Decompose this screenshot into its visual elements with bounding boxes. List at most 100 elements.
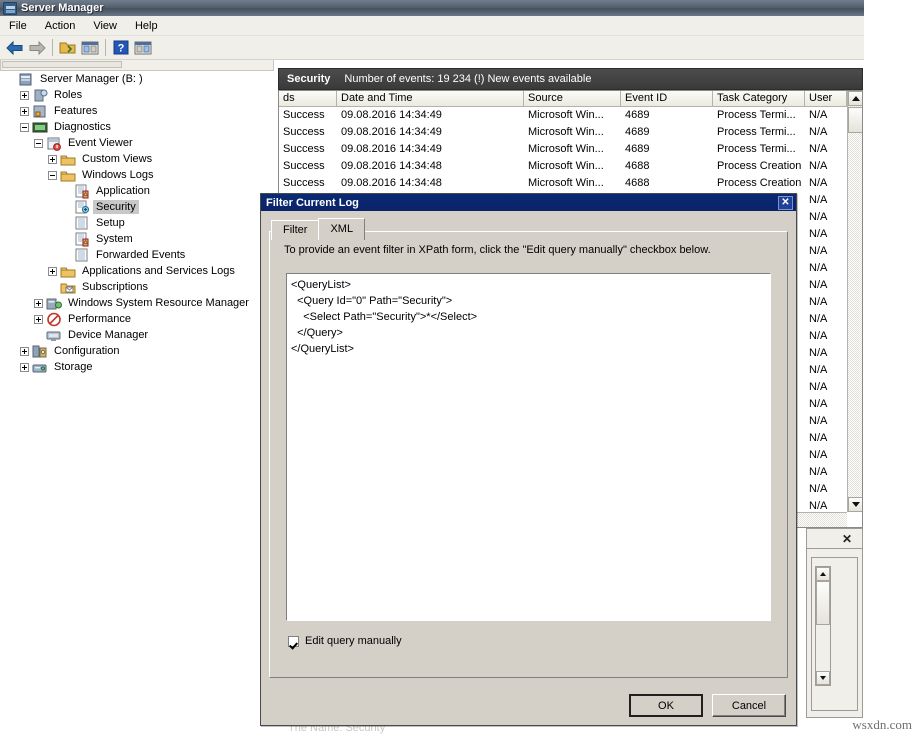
show-hide-action-pane-button[interactable] <box>132 37 154 58</box>
table-row[interactable]: Success09.08.2016 14:34:49Microsoft Win.… <box>279 124 862 141</box>
column-header-source[interactable]: Source <box>524 91 621 107</box>
table-row[interactable]: Success09.08.2016 14:34:48Microsoft Win.… <box>279 175 862 192</box>
tree-item-performance[interactable]: Performance <box>0 311 274 327</box>
filter-current-log-dialog[interactable]: Filter Current Log ✕ Filter XML To provi… <box>260 193 797 726</box>
column-header-ds[interactable]: ds <box>279 91 337 107</box>
tree-item-server-manager-b[interactable]: Server Manager (B: ) <box>0 71 274 87</box>
close-icon[interactable]: ✕ <box>778 196 793 210</box>
close-icon[interactable]: ✕ <box>842 532 852 546</box>
table-row[interactable]: Success09.08.2016 14:34:49Microsoft Win.… <box>279 107 862 124</box>
vscroll-track[interactable] <box>848 106 862 497</box>
actions-pane-scrollbar[interactable] <box>815 566 831 686</box>
tab-xml[interactable]: XML <box>318 218 365 240</box>
help-button[interactable]: ? <box>110 37 132 58</box>
tree-item-label: Application <box>93 184 153 198</box>
actions-scroll-thumb[interactable] <box>816 581 830 625</box>
tree-item-storage[interactable]: Storage <box>0 359 274 375</box>
tree-item-label: Diagnostics <box>51 120 114 134</box>
tree-item-configuration[interactable]: Configuration <box>0 343 274 359</box>
tree-item-label: Subscriptions <box>79 280 151 294</box>
tree-item-label: Setup <box>93 216 128 230</box>
dialog-tabs[interactable]: Filter XML <box>271 219 788 240</box>
event-list-vertical-scrollbar[interactable] <box>847 91 862 512</box>
column-header-event-id[interactable]: Event ID <box>621 91 713 107</box>
tree-item-setup[interactable]: Setup <box>0 215 274 231</box>
tree-item-system[interactable]: System <box>0 231 274 247</box>
actions-scroll-down-button[interactable] <box>816 671 830 685</box>
edit-query-manually-checkbox[interactable] <box>288 636 299 647</box>
tab-filter[interactable]: Filter <box>271 220 319 240</box>
xml-query-textarea[interactable]: <QueryList> <Query Id="0" Path="Security… <box>286 273 771 621</box>
tree-item-windows-system-resource-manager[interactable]: Windows System Resource Manager <box>0 295 274 311</box>
cell-datetime: 09.08.2016 14:34:49 <box>337 124 524 141</box>
table-row[interactable]: Success09.08.2016 14:34:49Microsoft Win.… <box>279 141 862 158</box>
event-log-name: Security <box>287 73 330 85</box>
forward-button[interactable] <box>26 37 48 58</box>
window-titlebar[interactable]: Server Manager <box>0 0 864 16</box>
collapse-icon[interactable] <box>34 139 43 148</box>
tree-item-custom-views[interactable]: Custom Views <box>0 151 274 167</box>
cell-user: N/A <box>805 481 847 498</box>
menu-action[interactable]: Action <box>36 18 85 34</box>
tree-horizontal-scrollbar[interactable] <box>0 60 274 71</box>
tree-item-label: Event Viewer <box>65 136 136 150</box>
menu-file[interactable]: File <box>0 18 36 34</box>
collapse-icon[interactable] <box>20 123 29 132</box>
cell-user: N/A <box>805 464 847 481</box>
cell-user: N/A <box>805 226 847 243</box>
cell-event-id: 4689 <box>621 107 713 124</box>
edit-query-manually-row[interactable]: Edit query manually <box>288 635 402 647</box>
column-header-task-category[interactable]: Task Category <box>713 91 805 107</box>
tree-item-diagnostics[interactable]: Diagnostics <box>0 119 274 135</box>
tree-item-device-manager[interactable]: Device Manager <box>0 327 274 343</box>
dialog-buttons[interactable]: OK Cancel <box>629 694 786 717</box>
expand-icon[interactable] <box>20 107 29 116</box>
menu-help[interactable]: Help <box>126 18 167 34</box>
ok-button[interactable]: OK <box>629 694 703 717</box>
console-tree[interactable]: Server Manager (B: )RolesFeaturesDiagnos… <box>0 71 274 737</box>
expand-icon[interactable] <box>20 91 29 100</box>
tree-item-event-viewer[interactable]: Event Viewer <box>0 135 274 151</box>
scroll-down-button[interactable] <box>848 497 863 512</box>
menu-view[interactable]: View <box>84 18 126 34</box>
column-header-user[interactable]: User <box>805 91 847 107</box>
expand-icon[interactable] <box>20 363 29 372</box>
tree-item-forwarded-events[interactable]: Forwarded Events <box>0 247 274 263</box>
tree-hscroll-thumb[interactable] <box>2 61 122 68</box>
log-icon <box>74 184 90 199</box>
dialog-titlebar[interactable]: Filter Current Log ✕ <box>261 194 796 211</box>
expand-icon[interactable] <box>48 267 57 276</box>
toolbar[interactable]: ? <box>0 36 864 60</box>
back-button[interactable] <box>4 37 26 58</box>
show-hide-console-tree-button[interactable] <box>79 37 101 58</box>
storage-icon <box>32 360 48 375</box>
expand-icon[interactable] <box>34 299 43 308</box>
collapse-icon[interactable] <box>48 171 57 180</box>
expand-icon[interactable] <box>34 315 43 324</box>
up-one-level-button[interactable] <box>57 37 79 58</box>
tree-item-application[interactable]: Application <box>0 183 274 199</box>
actions-scroll-up-button[interactable] <box>816 567 830 581</box>
actions-pane[interactable]: ✕ <box>806 528 863 718</box>
tree-item-roles[interactable]: Roles <box>0 87 274 103</box>
cancel-button[interactable]: Cancel <box>712 694 786 717</box>
expand-icon[interactable] <box>20 347 29 356</box>
vscroll-thumb[interactable] <box>848 107 863 133</box>
menubar[interactable]: File Action View Help <box>0 16 864 36</box>
tree-item-features[interactable]: Features <box>0 103 274 119</box>
configuration-icon <box>32 344 48 359</box>
cell-task: Process Termi... <box>713 124 805 141</box>
cell-user: N/A <box>805 362 847 379</box>
tree-item-security[interactable]: Security <box>0 199 274 215</box>
cell-user: N/A <box>805 413 847 430</box>
table-row[interactable]: Success09.08.2016 14:34:48Microsoft Win.… <box>279 158 862 175</box>
tree-item-applications-and-services-logs[interactable]: Applications and Services Logs <box>0 263 274 279</box>
tree-item-label: Device Manager <box>65 328 151 342</box>
expand-icon[interactable] <box>48 155 57 164</box>
column-header-date-and-time[interactable]: Date and Time <box>337 91 524 107</box>
event-list-column-headers[interactable]: dsDate and TimeSourceEvent IDTask Catego… <box>279 91 862 107</box>
xml-tab-panel: To provide an event filter in XPath form… <box>269 231 788 678</box>
tree-item-windows-logs[interactable]: Windows Logs <box>0 167 274 183</box>
scroll-up-button[interactable] <box>848 91 863 106</box>
tree-item-subscriptions[interactable]: Subscriptions <box>0 279 274 295</box>
